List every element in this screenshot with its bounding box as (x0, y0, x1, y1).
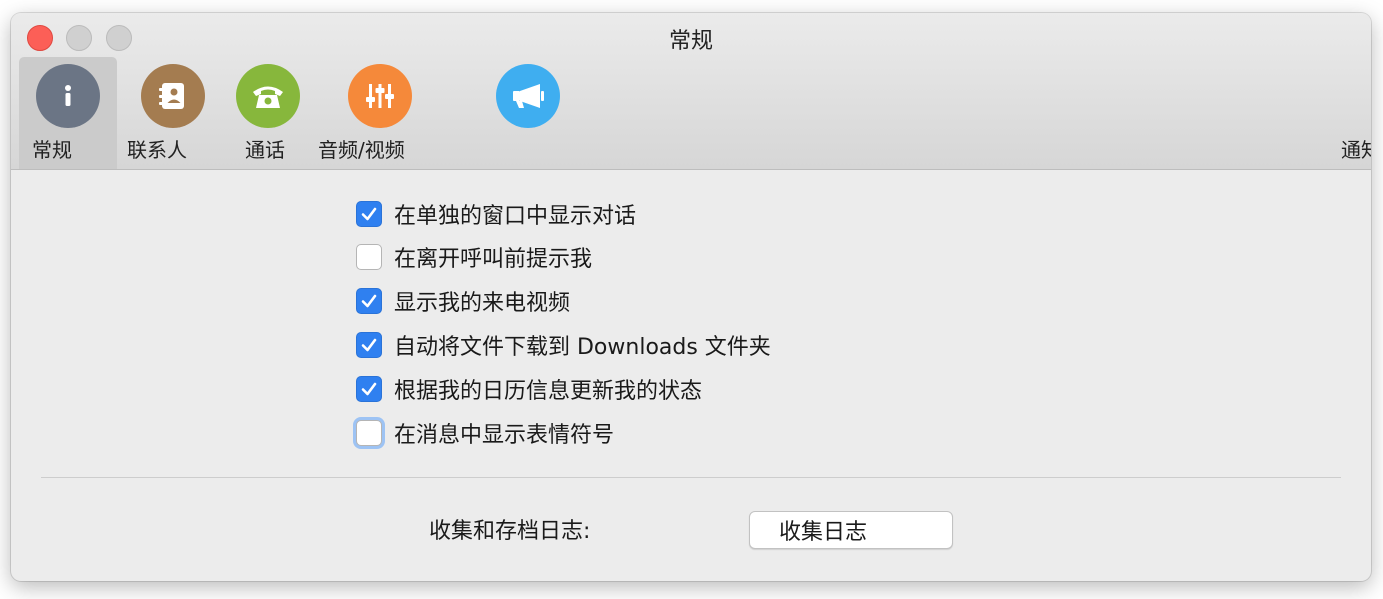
checkmark-icon (361, 338, 377, 352)
checkbox-checked[interactable] (356, 288, 382, 314)
checkbox-unchecked[interactable] (356, 420, 382, 446)
window-title: 常规 (668, 29, 713, 54)
tab-general-label: 常规 (32, 138, 72, 162)
tab-audio-video[interactable]: 音频/视频 (317, 57, 429, 169)
option-auto-download-files[interactable]: 自动将文件下载到 Downloads 文件夹 (356, 330, 771, 360)
option-label: 在离开呼叫前提示我 (394, 247, 593, 272)
option-label: 自动将文件下载到 Downloads 文件夹 (394, 335, 771, 360)
option-show-incoming-video[interactable]: 显示我的来电视频 (356, 286, 570, 316)
tab-notifications-label: 通知 (1341, 138, 1371, 162)
sliders-icon (348, 64, 412, 128)
checkbox-unchecked[interactable] (356, 244, 382, 270)
tab-general[interactable]: 常规 (19, 57, 117, 169)
collect-logs-label: 收集和存档日志: (429, 519, 591, 544)
checkbox-checked[interactable] (356, 332, 382, 358)
preferences-window: 常规 常规 联系人 通话 音频/视频 通 在单独的窗口中显示对话 在离开呼叫前提… (11, 13, 1371, 581)
divider (41, 477, 1341, 478)
phone-icon (236, 64, 300, 128)
option-label: 根据我的日历信息更新我的状态 (394, 379, 703, 404)
collect-logs-button[interactable]: 收集日志 (749, 511, 953, 549)
checkbox-checked[interactable] (356, 201, 382, 227)
checkbox-checked[interactable] (356, 376, 382, 402)
option-show-emoticons-in-messages[interactable]: 在消息中显示表情符号 (356, 418, 614, 448)
option-prompt-before-leaving-call[interactable]: 在离开呼叫前提示我 (356, 242, 592, 272)
info-icon (36, 64, 100, 128)
tab-megaphone[interactable] (477, 57, 577, 169)
checkmark-icon (361, 294, 377, 308)
tab-contacts-label: 联系人 (127, 138, 187, 162)
tab-calls-label: 通话 (245, 138, 285, 162)
tab-notifications[interactable]: 通知 (1333, 57, 1371, 169)
option-label: 在消息中显示表情符号 (394, 423, 615, 448)
megaphone-icon (496, 64, 560, 128)
tab-audio-video-label: 音频/视频 (318, 138, 405, 162)
checkmark-icon (361, 382, 377, 396)
option-update-status-from-calendar[interactable]: 根据我的日历信息更新我的状态 (356, 374, 702, 404)
contacts-book-icon (141, 64, 205, 128)
general-settings-panel: 在单独的窗口中显示对话 在离开呼叫前提示我 显示我的来电视频 自动将文件下载到 … (11, 170, 1371, 581)
toolbar: 常规 常规 联系人 通话 音频/视频 通 (11, 13, 1371, 170)
tab-calls[interactable]: 通话 (217, 57, 317, 169)
option-label: 显示我的来电视频 (394, 291, 571, 316)
tab-contacts[interactable]: 联系人 (117, 57, 217, 169)
option-show-conversations-separate-window[interactable]: 在单独的窗口中显示对话 (356, 199, 636, 229)
checkmark-icon (361, 207, 377, 221)
option-label: 在单独的窗口中显示对话 (394, 204, 637, 229)
